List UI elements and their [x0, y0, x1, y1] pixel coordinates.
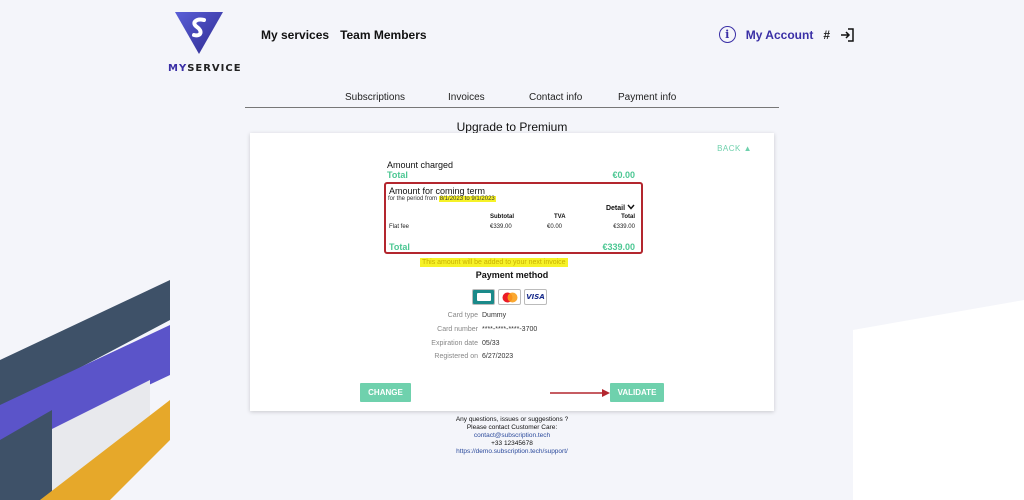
support-footer: Any questions, issues or suggestions ? P…	[0, 416, 1024, 456]
chevron-down-icon	[627, 204, 635, 210]
account-tabs: Subscriptions Invoices Contact info Paym…	[245, 92, 779, 108]
row-subtotal: €339.00	[490, 224, 512, 230]
row-tva: €0.00	[547, 224, 563, 230]
visa-icon: VISA	[524, 289, 547, 305]
payment-card-icons: VISA	[472, 289, 547, 305]
arrow-indicator-icon	[550, 389, 610, 397]
col-subtotal: Subtotal	[490, 214, 514, 220]
charged-total-row: Total €0.00	[387, 170, 635, 180]
my-account-link[interactable]: My Account	[746, 28, 814, 42]
brand-logo[interactable]: MYSERVICE	[168, 10, 242, 74]
row-total: €339.00	[613, 224, 635, 230]
registered-on-label: Registered on	[434, 353, 478, 360]
tab-subscriptions[interactable]: Subscriptions	[345, 92, 405, 103]
invoice-note: This amount will be added to your next i…	[420, 258, 568, 267]
change-button[interactable]: CHANGE	[360, 383, 411, 402]
hash-link[interactable]: #	[823, 28, 830, 42]
footer-phone: +33 12345678	[491, 440, 533, 447]
brand-name: MYSERVICE	[168, 63, 242, 74]
back-button[interactable]: BACK ▲	[717, 144, 752, 153]
logout-icon[interactable]	[840, 27, 854, 42]
col-tva: TVA	[554, 214, 566, 220]
nav-team-members[interactable]: Team Members	[340, 28, 426, 42]
card-number-value: ****-****-****-3700	[482, 326, 538, 333]
registered-on-value: 6/27/2023	[482, 353, 514, 360]
col-total: Total	[621, 214, 635, 220]
footer-contact-label: Please contact Customer Care:	[466, 424, 558, 431]
card-type-value: Dummy	[482, 312, 507, 319]
charged-total-value: €0.00	[612, 170, 635, 180]
nav-my-services[interactable]: My services	[261, 28, 329, 42]
footer-question: Any questions, issues or suggestions ?	[455, 416, 569, 423]
tab-contact-info[interactable]: Contact info	[529, 92, 582, 103]
term-total-row: Total €339.00	[389, 242, 635, 252]
footer-email-link[interactable]: contact@subscription.tech	[0, 432, 1024, 440]
validate-button[interactable]: VALIDATE	[610, 383, 664, 402]
row-label: Flat fee	[389, 224, 410, 230]
detail-toggle[interactable]: Detail	[606, 204, 635, 212]
charged-total-label: Total	[387, 170, 408, 180]
term-title: Amount for coming term	[389, 186, 486, 196]
upgrade-card: BACK ▲ Amount charged Total €0.00 Amount…	[250, 133, 774, 411]
account-area: i My Account #	[718, 26, 854, 43]
coming-term-box: Amount for coming term for the period fr…	[384, 182, 643, 254]
term-total-label: Total	[389, 242, 410, 252]
term-period-range: 8/1/2023 to 9/1/2023	[438, 196, 496, 202]
payment-method-title: Payment method	[475, 270, 549, 280]
main-nav: My services Team Members	[261, 28, 427, 42]
tab-payment-info[interactable]: Payment info	[618, 92, 676, 103]
info-icon[interactable]: i	[718, 26, 736, 43]
footer-support-link[interactable]: https://demo.subscription.tech/support/	[0, 448, 1024, 456]
page-title: Upgrade to Premium	[456, 120, 568, 134]
tab-invoices[interactable]: Invoices	[448, 92, 485, 103]
term-total-value: €339.00	[602, 242, 635, 252]
card-type-label: Card type	[447, 312, 478, 319]
mastercard-icon	[498, 289, 521, 305]
expiration-date-value: 05/33	[482, 340, 500, 347]
card-number-label: Card number	[437, 326, 478, 333]
logo-shield-icon	[175, 12, 223, 54]
term-period: for the period from 8/1/2023 to 9/1/2023	[388, 196, 496, 202]
expiration-date-label: Expiration date	[431, 340, 478, 347]
cb-card-icon	[472, 289, 495, 305]
amount-charged-label: Amount charged	[387, 160, 454, 170]
